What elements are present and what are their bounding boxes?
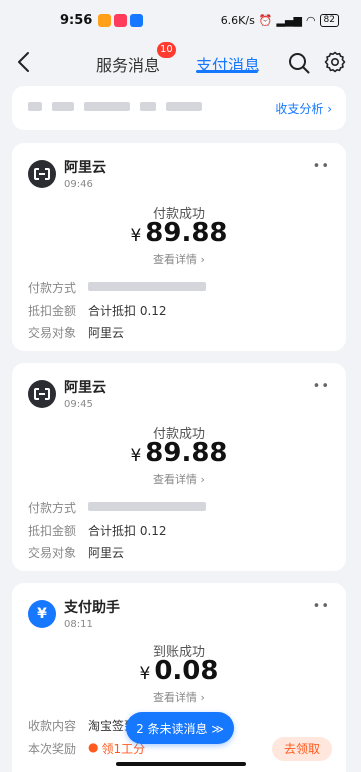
sender-name: 支付助手 xyxy=(64,600,120,616)
alarm-icon: ⏰ xyxy=(258,13,273,27)
tab-service-messages[interactable]: 服务消息 xyxy=(96,52,160,76)
message-header: 阿里云 09:45 xyxy=(28,377,106,410)
claim-reward-button[interactable]: 去领取 xyxy=(272,737,332,761)
payment-message-card[interactable]: 阿里云 09:45 •• 付款成功 ¥89.88 查看详情 › 付款方式 抵扣金… xyxy=(12,363,346,571)
detail-row: 抵扣金额 合计抵扣 0.12 xyxy=(28,524,167,538)
reward-icon: ● xyxy=(88,740,99,754)
view-details-link[interactable]: 查看详情 › xyxy=(12,471,346,487)
notification-app-icon xyxy=(114,13,128,27)
aliyun-logo-icon xyxy=(28,159,56,188)
home-indicator[interactable] xyxy=(116,762,246,766)
network-speed: 6.6K/s xyxy=(220,13,255,27)
message-header: ¥ 支付助手 08:11 xyxy=(28,597,120,630)
status-bar: 9:56 6.6K/s ⏰ ▂▄▆ ◠ 82 xyxy=(0,0,361,40)
nav-bar: 服务消息 10 支付消息 xyxy=(0,40,361,84)
redacted-summary-text xyxy=(28,102,202,111)
redacted-payment-method xyxy=(88,502,206,511)
detail-row: 付款方式 xyxy=(28,499,206,516)
detail-row: 本次奖励 ● 领1工分 xyxy=(28,740,146,756)
payment-amount: ¥89.88 xyxy=(130,218,228,248)
wifi-icon: ◠ xyxy=(305,13,316,27)
notification-app-icon xyxy=(98,13,112,27)
detail-row: 交易对象 阿里云 xyxy=(28,546,125,560)
detail-row: 付款方式 xyxy=(28,279,206,296)
payment-assistant-logo-icon: ¥ xyxy=(28,599,56,628)
view-details-link[interactable]: 查看详情 › xyxy=(12,251,346,267)
payment-amount: ¥89.88 xyxy=(130,438,228,468)
battery-icon: 82 xyxy=(319,13,339,27)
sender-name: 阿里云 xyxy=(64,380,106,396)
unread-messages-button[interactable]: 2 条未读消息 ≫ xyxy=(126,712,234,744)
more-options-icon[interactable]: •• xyxy=(313,379,330,394)
back-icon[interactable] xyxy=(12,49,38,75)
status-indicators: 6.6K/s ⏰ ▂▄▆ ◠ 82 xyxy=(220,13,339,27)
status-time: 9:56 xyxy=(60,12,93,28)
summary-card: 收支分析 › xyxy=(12,86,346,130)
message-header: 阿里云 09:46 xyxy=(28,157,106,190)
view-details-link[interactable]: 查看详情 › xyxy=(12,689,346,705)
active-tab-indicator xyxy=(196,70,258,73)
message-time: 08:11 xyxy=(64,619,93,630)
payment-amount: ¥0.08 xyxy=(139,656,219,686)
income-expense-analysis-link[interactable]: 收支分析 › xyxy=(275,100,332,117)
more-options-icon[interactable]: •• xyxy=(313,159,330,174)
payment-message-card[interactable]: 阿里云 09:46 •• 付款成功 ¥89.88 查看详情 › 付款方式 抵扣金… xyxy=(12,143,346,351)
message-time: 09:46 xyxy=(64,179,93,190)
detail-row: 收款内容 淘宝签到 xyxy=(28,719,137,733)
aliyun-logo-icon xyxy=(28,379,56,408)
redacted-payment-method xyxy=(88,282,206,291)
signal-icon: ▂▄▆ xyxy=(276,13,302,27)
message-time: 09:45 xyxy=(64,399,93,410)
search-icon[interactable] xyxy=(287,51,311,75)
alipay-notification-icon xyxy=(130,13,144,27)
unread-badge: 10 xyxy=(157,42,176,58)
detail-row: 抵扣金额 合计抵扣 0.12 xyxy=(28,304,167,318)
gear-icon[interactable] xyxy=(323,50,347,74)
more-options-icon[interactable]: •• xyxy=(313,599,330,614)
sender-name: 阿里云 xyxy=(64,160,106,176)
detail-row: 交易对象 阿里云 xyxy=(28,326,125,340)
